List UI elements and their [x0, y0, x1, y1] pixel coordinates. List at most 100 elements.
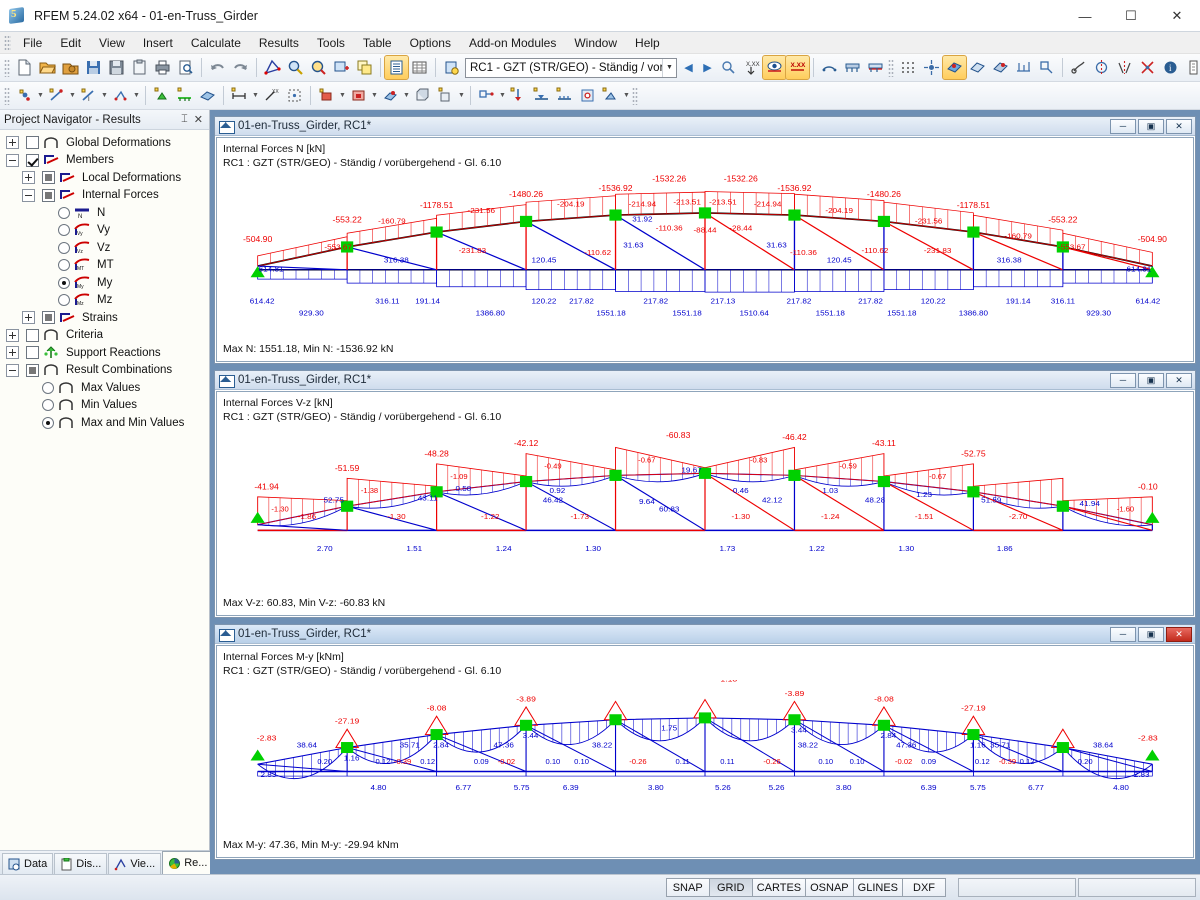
- copy-view-icon[interactable]: [353, 56, 376, 79]
- status-toggle-glines[interactable]: GLINES: [853, 878, 903, 897]
- menu-options[interactable]: Options: [401, 34, 460, 52]
- new-free-load-icon[interactable]: [379, 84, 402, 107]
- window-minimize-vz[interactable]: ─: [1110, 373, 1136, 388]
- tree-item-members[interactable]: Members: [6, 152, 209, 170]
- window-titlebar-vz[interactable]: 01-en-Truss_Girder, RC1* ─ ▣ ✕: [215, 371, 1195, 390]
- tree-item-min-values[interactable]: Min Values: [6, 397, 209, 415]
- deformation-scaled-icon[interactable]: [864, 56, 887, 79]
- render-model-icon[interactable]: [261, 56, 284, 79]
- insert-toolbar-grip-2-icon[interactable]: [632, 87, 638, 105]
- new-nodal-support-icon[interactable]: [530, 84, 553, 107]
- open-project-icon[interactable]: [59, 56, 82, 79]
- new-load-dropdown-icon[interactable]: ▼: [338, 84, 347, 107]
- tab-data[interactable]: Data: [2, 853, 53, 874]
- window-close-my[interactable]: ✕: [1166, 627, 1192, 642]
- collapse-icon[interactable]: [6, 154, 19, 167]
- expand-icon[interactable]: [6, 346, 19, 359]
- result-window-n[interactable]: 01-en-Truss_Girder, RC1* ─ ▣ ✕ Internal …: [214, 116, 1196, 364]
- diagram-canvas-my[interactable]: Internal Forces M-y [kNm] RC1 : GZT (STR…: [216, 645, 1194, 858]
- tab-results[interactable]: Re...: [162, 851, 213, 874]
- diagram-canvas-vz[interactable]: Internal Forces V-z [kN] RC1 : GZT (STR/…: [216, 391, 1194, 616]
- checkbox-result-combinations[interactable]: [26, 364, 39, 377]
- save-as-icon[interactable]: [82, 56, 105, 79]
- collapse-icon[interactable]: [22, 189, 35, 202]
- view-all-icon[interactable]: [307, 56, 330, 79]
- menu-insert[interactable]: Insert: [134, 34, 182, 52]
- radio-max-values[interactable]: [42, 382, 54, 394]
- result-values-icon[interactable]: X.XX: [786, 56, 809, 79]
- result-window-vz[interactable]: 01-en-Truss_Girder, RC1* ─ ▣ ✕ Internal …: [214, 370, 1196, 618]
- value-label-icon[interactable]: X,XX: [740, 56, 763, 79]
- results-info-icon[interactable]: [440, 56, 463, 79]
- menu-grip-icon[interactable]: [4, 35, 11, 51]
- menu-window[interactable]: Window: [565, 34, 626, 52]
- chevron-down-icon[interactable]: ▼: [662, 59, 676, 77]
- new-dimension-dropdown-icon[interactable]: ▼: [251, 84, 260, 107]
- intersect-icon[interactable]: [1136, 56, 1159, 79]
- new-solid-set-icon[interactable]: [434, 84, 457, 107]
- window-titlebar-my[interactable]: 01-en-Truss_Girder, RC1* ─ ▣ ✕: [215, 625, 1195, 644]
- new-line-support-icon[interactable]: [553, 84, 576, 107]
- tree-item-mz[interactable]: MzMz: [6, 292, 209, 310]
- nav-previous-icon[interactable]: ◀: [679, 57, 698, 79]
- tab-display[interactable]: Dis...: [54, 853, 107, 874]
- new-line-set-icon[interactable]: [109, 84, 132, 107]
- window-minimize-n[interactable]: ─: [1110, 119, 1136, 134]
- new-nodal-release-icon[interactable]: [475, 84, 498, 107]
- new-surface-load-dropdown-icon[interactable]: ▼: [370, 84, 379, 107]
- insert-toolbar-grip-icon[interactable]: [4, 87, 10, 105]
- radio-my[interactable]: [58, 277, 70, 289]
- tree-item-my[interactable]: MyMy: [6, 274, 209, 292]
- new-node-icon[interactable]: [13, 84, 36, 107]
- new-comment-icon[interactable]: XX: [260, 84, 283, 107]
- grid-snap-icon[interactable]: [897, 56, 920, 79]
- new-support-icon[interactable]: [150, 84, 173, 107]
- menu-file[interactable]: File: [14, 34, 51, 52]
- printout-report-icon[interactable]: [1182, 56, 1200, 79]
- checkbox-local-deformations[interactable]: [42, 171, 55, 184]
- load-case-combobox[interactable]: RC1 - GZT (STR/GEO) - Ständig / vorüb ▼: [465, 58, 677, 78]
- result-window-my[interactable]: 01-en-Truss_Girder, RC1* ─ ▣ ✕ Internal …: [214, 624, 1196, 860]
- toolbar-grip-2-icon[interactable]: [888, 59, 894, 77]
- checkbox-internal-forces[interactable]: [42, 189, 55, 202]
- print-icon[interactable]: [151, 56, 174, 79]
- tree-item-vz[interactable]: VzVz: [6, 239, 209, 257]
- menu-view[interactable]: View: [90, 34, 134, 52]
- tables-icon[interactable]: [385, 56, 408, 79]
- measure-icon[interactable]: [1067, 56, 1090, 79]
- mirror-icon[interactable]: [1113, 56, 1136, 79]
- menu-results[interactable]: Results: [250, 34, 308, 52]
- new-solid-icon[interactable]: [411, 84, 434, 107]
- new-free-load-dropdown-icon[interactable]: ▼: [402, 84, 411, 107]
- zoom-window-icon[interactable]: [330, 56, 353, 79]
- radio-vz[interactable]: [58, 242, 70, 254]
- new-surface-load-icon[interactable]: [347, 84, 370, 107]
- results-tree[interactable]: Global DeformationsMembersLocal Deformat…: [0, 130, 209, 850]
- new-line-icon[interactable]: [45, 84, 68, 107]
- tree-item-mt[interactable]: MTMT: [6, 257, 209, 275]
- menu-table[interactable]: Table: [354, 34, 401, 52]
- close-button[interactable]: ✕: [1154, 0, 1200, 32]
- open-file-icon[interactable]: [36, 56, 59, 79]
- new-dimension-icon[interactable]: [228, 84, 251, 107]
- status-toggle-osnap[interactable]: OSNAP: [805, 878, 854, 897]
- new-object-icon[interactable]: [599, 84, 622, 107]
- menu-addon-modules[interactable]: Add-on Modules: [460, 34, 565, 52]
- menu-tools[interactable]: Tools: [308, 34, 354, 52]
- tree-item-n[interactable]: NN: [6, 204, 209, 222]
- toolbar-grip-icon[interactable]: [4, 59, 10, 77]
- new-member-support-icon[interactable]: [173, 84, 196, 107]
- checkbox-criteria[interactable]: [26, 329, 39, 342]
- tree-item-criteria[interactable]: Criteria: [6, 327, 209, 345]
- menu-edit[interactable]: Edit: [51, 34, 90, 52]
- expand-icon[interactable]: [22, 171, 35, 184]
- render-pointer-icon[interactable]: [717, 56, 740, 79]
- rotate-icon[interactable]: [1090, 56, 1113, 79]
- deformation-icon[interactable]: [841, 56, 864, 79]
- new-line-set-dropdown-icon[interactable]: ▼: [132, 84, 141, 107]
- section-icon[interactable]: [989, 56, 1012, 79]
- tree-item-global-deformations[interactable]: Global Deformations: [6, 134, 209, 152]
- clipboard-icon[interactable]: [128, 56, 151, 79]
- diagram-canvas-n[interactable]: Internal Forces N [kN] RC1 : GZT (STR/GE…: [216, 137, 1194, 362]
- tree-item-max-values[interactable]: Max Values: [6, 379, 209, 397]
